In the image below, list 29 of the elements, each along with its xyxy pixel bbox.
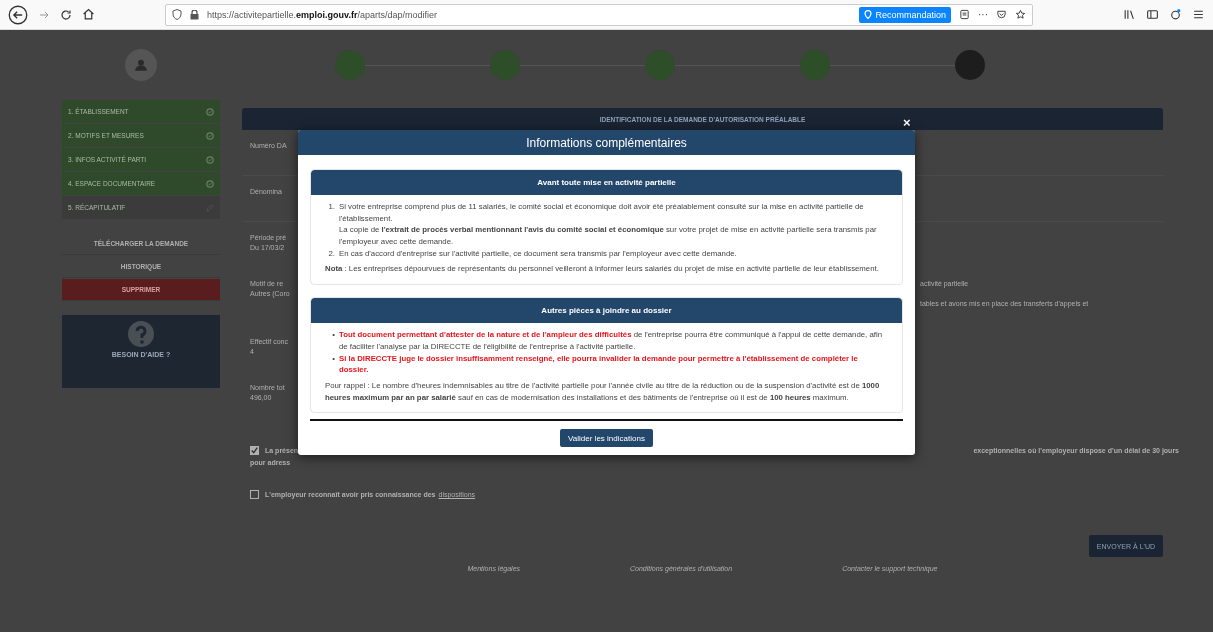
checkbox[interactable] xyxy=(250,490,259,499)
menu-icon[interactable] xyxy=(1192,8,1205,21)
shield-icon xyxy=(172,9,182,20)
more-button[interactable]: ··· xyxy=(978,9,988,20)
url-text: https://activitepartielle.emploi.gouv.fr/aparts/dap/modifier xyxy=(207,9,438,20)
panel-header: Avant toute mise en activité partielle xyxy=(311,170,902,195)
checkbox[interactable] xyxy=(250,446,259,455)
recommendation-button[interactable]: Recommandation xyxy=(859,6,951,23)
lock-icon xyxy=(190,9,199,20)
sidebar-icon[interactable] xyxy=(1146,8,1159,21)
check-circle-icon xyxy=(206,107,214,116)
extension-icon[interactable] xyxy=(1169,8,1182,21)
star-icon[interactable] xyxy=(1015,9,1026,20)
check-circle-icon xyxy=(206,179,214,188)
reload-button[interactable] xyxy=(60,8,72,21)
home-button[interactable] xyxy=(82,8,95,21)
check-circle-icon xyxy=(206,155,214,164)
library-icon[interactable] xyxy=(1123,8,1136,21)
pin-icon xyxy=(864,10,873,19)
dialog-title: Informations complémentaires xyxy=(298,130,915,155)
check-circle-icon xyxy=(206,131,214,140)
address-bar[interactable]: https://activitepartielle.emploi.gouv.fr/aparts/dap/modifier Recommandation ··· xyxy=(165,3,1033,26)
question-icon xyxy=(128,321,154,347)
reader-icon[interactable] xyxy=(959,9,970,20)
validate-button[interactable]: Valider les indications xyxy=(560,429,653,448)
panel-header: Autres pièces à joindre au dossier xyxy=(311,298,902,324)
back-button[interactable] xyxy=(8,4,28,25)
close-button[interactable]: × xyxy=(903,116,911,129)
pocket-icon[interactable] xyxy=(996,9,1007,20)
